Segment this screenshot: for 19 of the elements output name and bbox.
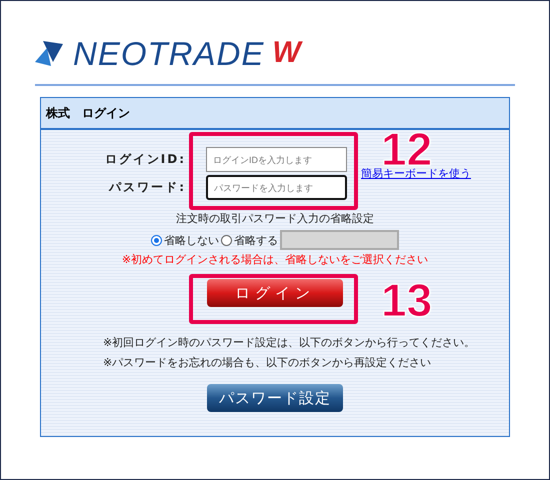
warning-text: ※初めてログインされる場合は、省略しないをご選択ください (122, 252, 428, 267)
radio-button[interactable] (221, 234, 232, 246)
logo-accent: W (272, 38, 301, 68)
radio-button[interactable] (151, 234, 162, 246)
panel-title: 株式 ログイン (41, 98, 509, 130)
field-label: パスワード: (109, 179, 186, 196)
password-button[interactable]: パスワード設定 (207, 384, 343, 412)
logo-text: NEOTRADE (73, 36, 264, 70)
note-text: ※初回ログイン時のパスワード設定は、以下のボタンから行ってください。 (103, 335, 476, 350)
field-label: ログインID: (104, 151, 186, 168)
radio-label: 省略しない (164, 232, 219, 248)
setting-title: 注文時の取引パスワード入力の省略設定 (176, 211, 374, 226)
radio-label: 省略する (234, 232, 278, 248)
input-field[interactable]: ログインIDを入力します (206, 147, 347, 172)
annotation-number: 13 (381, 277, 432, 323)
note-text: ※パスワードをお忘れの場合も、以下のボタンから再設定ください (103, 355, 432, 370)
input-field[interactable]: パスワードを入力します (206, 175, 347, 200)
login-button[interactable]: ログイン (207, 279, 343, 307)
logo-icon (35, 38, 65, 68)
